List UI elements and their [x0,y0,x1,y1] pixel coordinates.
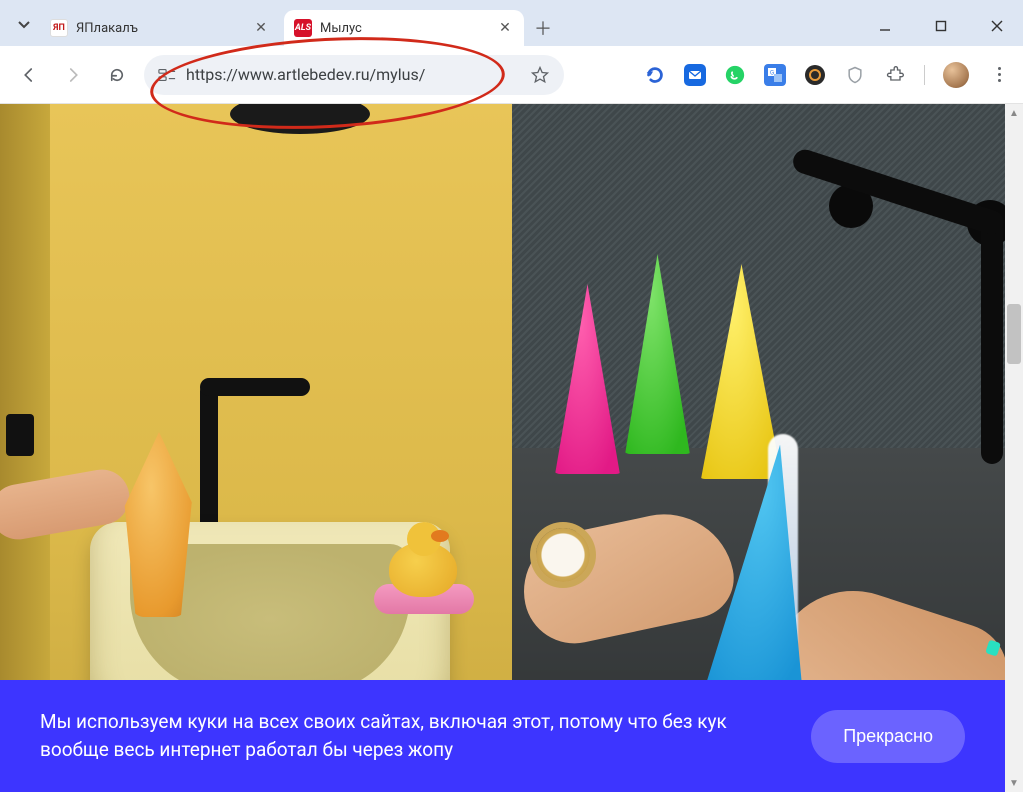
window-minimize-button[interactable] [871,12,899,40]
tab-mylus[interactable]: ALS Мылус ✕ [284,10,524,46]
mail-extension-icon[interactable] [684,64,706,86]
translate-extension-icon[interactable]: G [764,64,786,86]
door-handle [6,414,34,456]
rubber-duck-icon [389,542,457,597]
svg-text:G: G [770,69,774,76]
browser-menu-button[interactable] [987,63,1011,87]
window-maximize-button[interactable] [927,12,955,40]
scroll-down-arrow-icon[interactable]: ▼ [1005,774,1023,792]
shield-extension-icon[interactable] [844,64,866,86]
window-close-button[interactable] [983,12,1011,40]
bookmark-star-icon[interactable] [530,65,550,85]
cookie-text: Мы используем куки на всех своих сайтах,… [40,708,781,763]
tab-close-button[interactable]: ✕ [496,19,514,37]
tab-yaplakal[interactable]: ЯП ЯПлакалъ ✕ [40,10,280,46]
page-content: Мы используем куки на всех своих сайтах,… [0,104,1023,792]
favicon-yaplakal-icon: ЯП [50,19,68,37]
ceiling-light [230,104,370,134]
site-info-icon[interactable] [158,66,176,84]
wristwatch-icon [536,528,590,582]
profile-avatar[interactable] [943,62,969,88]
circle-extension-icon[interactable] [804,64,826,86]
browser-toolbar: https://www.artlebedev.ru/mylus/ G [0,46,1023,104]
cookie-banner: Мы используем куки на всех своих сайтах,… [0,680,1005,792]
tab-strip: ЯП ЯПлакалъ ✕ ALS Мылус ✕ ＋ [0,0,1023,46]
tab-title: Мылус [320,21,488,36]
vertical-scrollbar[interactable]: ▲ ▼ [1005,104,1023,792]
toolbar-separator [924,65,925,85]
reload-button[interactable] [100,58,134,92]
fingernail [985,640,1001,657]
scrollbar-thumb[interactable] [1007,304,1021,364]
faucet-icon [981,214,1003,464]
extensions-puzzle-icon[interactable] [884,64,906,86]
forward-button[interactable] [56,58,90,92]
cookie-accept-button[interactable]: Прекрасно [811,710,965,763]
tab-title: ЯПлакалъ [76,21,244,36]
whatsapp-extension-icon[interactable] [724,64,746,86]
back-button[interactable] [12,58,46,92]
url-text[interactable]: https://www.artlebedev.ru/mylus/ [186,65,520,84]
favicon-als-icon: ALS [294,19,312,37]
new-tab-button[interactable]: ＋ [528,13,558,43]
tab-search-dropdown[interactable] [8,8,40,40]
tab-close-button[interactable]: ✕ [252,19,270,37]
address-bar[interactable]: https://www.artlebedev.ru/mylus/ [144,55,564,95]
undo-extension-icon[interactable] [644,64,666,86]
scroll-up-arrow-icon[interactable]: ▲ [1005,104,1023,122]
extensions-area: G [644,62,1011,88]
